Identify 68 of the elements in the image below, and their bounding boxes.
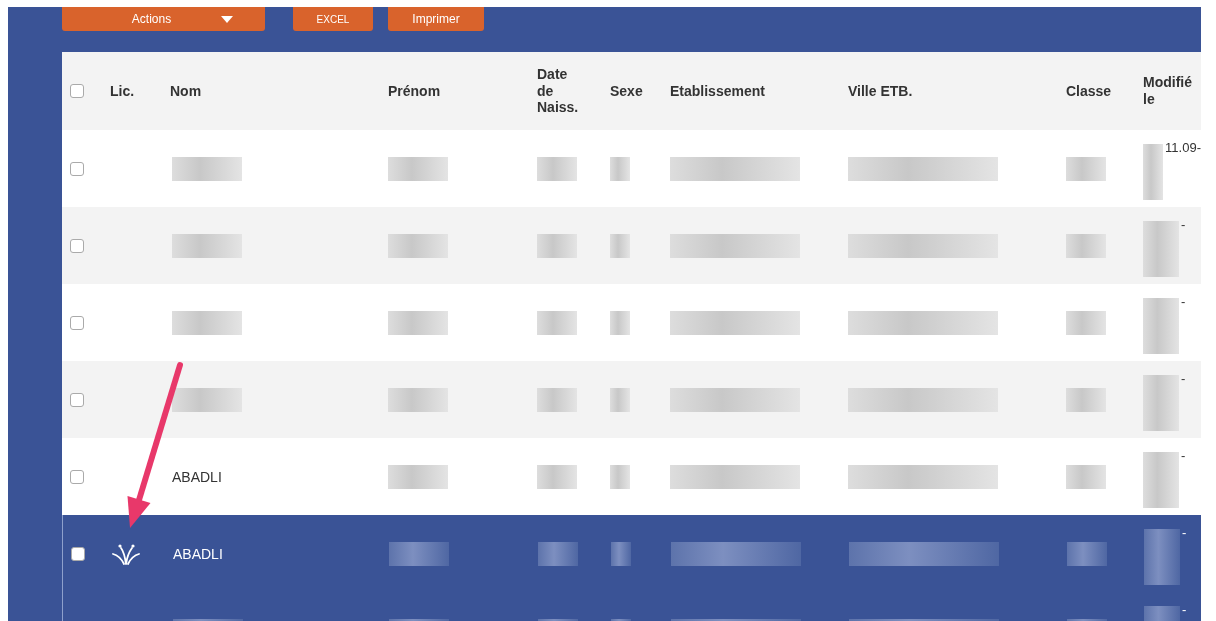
column-header[interactable]: Modifié le — [1143, 74, 1201, 108]
table-row[interactable]: 11.09- — [62, 130, 1201, 207]
redacted-block — [172, 310, 242, 335]
redacted-block — [1143, 375, 1179, 431]
redacted-block — [388, 310, 448, 335]
redacted-block — [1143, 221, 1179, 277]
table-cell: - — [1181, 371, 1186, 386]
redacted-block — [1067, 541, 1107, 566]
redacted-block — [537, 464, 577, 489]
toolbar-button[interactable]: EXCEL — [293, 7, 373, 31]
redacted-block — [610, 310, 630, 335]
redacted-block — [611, 541, 631, 566]
table-cell: ABADLI — [172, 468, 222, 485]
column-header[interactable]: Etablissement — [670, 82, 765, 100]
row-checkbox[interactable] — [70, 238, 84, 253]
redacted-block — [1143, 298, 1179, 354]
table-cell: - — [1181, 294, 1186, 309]
redacted-block — [610, 387, 630, 412]
table-cell: - — [1181, 448, 1186, 463]
redacted-block — [1066, 387, 1106, 412]
redacted-block — [1144, 529, 1180, 585]
table-cell: - — [1182, 525, 1187, 540]
redacted-block — [172, 156, 242, 181]
redacted-block — [388, 387, 448, 412]
caret-icon — [221, 15, 234, 23]
column-header[interactable]: Lic. — [110, 82, 135, 100]
table-row[interactable]: ABADLI - — [62, 438, 1201, 515]
redacted-block — [1066, 310, 1106, 335]
redacted-block — [537, 156, 577, 181]
select-all-checkbox[interactable] — [70, 84, 84, 98]
table-cell: 11.09- — [1165, 140, 1201, 155]
table-cell: - — [1182, 602, 1187, 617]
redacted-block — [1066, 156, 1106, 181]
redacted-block — [537, 233, 577, 258]
redacted-block — [1143, 144, 1164, 200]
table-row[interactable]: - — [62, 361, 1201, 438]
row-checkbox[interactable] — [70, 315, 84, 330]
redacted-block — [1066, 233, 1106, 258]
row-checkbox[interactable] — [70, 161, 84, 176]
redacted-block — [610, 233, 630, 258]
table-cell: - — [1181, 217, 1186, 232]
column-header[interactable]: Classe — [1066, 82, 1112, 100]
column-header[interactable]: Prénom — [388, 82, 441, 100]
column-header[interactable]: Date de Naiss. — [537, 65, 587, 117]
table-row[interactable]: - — [62, 207, 1201, 284]
redacted-block — [388, 233, 448, 258]
redacted-block — [388, 156, 448, 181]
column-header[interactable]: Nom — [170, 82, 202, 100]
column-header[interactable]: Ville ETB. — [848, 82, 913, 100]
redacted-block — [538, 541, 578, 566]
redacted-block — [172, 387, 242, 412]
table-cell: ABADLI — [173, 545, 223, 562]
toolbar-button[interactable]: Imprimer — [388, 7, 484, 31]
table-row[interactable]: - — [62, 284, 1201, 361]
redacted-block — [610, 464, 630, 489]
redacted-block — [1066, 464, 1106, 489]
redacted-block — [389, 541, 449, 566]
toolbar-button[interactable]: Actions — [62, 7, 265, 31]
redacted-block — [537, 310, 577, 335]
row-checkbox[interactable] — [70, 392, 84, 407]
redacted-block — [1143, 452, 1179, 508]
redacted-block — [172, 233, 242, 258]
redacted-block — [388, 464, 448, 489]
redacted-block — [610, 156, 630, 181]
column-header[interactable]: Sexe — [610, 82, 643, 100]
row-checkbox[interactable] — [70, 469, 84, 484]
row-checkbox[interactable] — [71, 546, 85, 561]
redacted-block — [537, 387, 577, 412]
